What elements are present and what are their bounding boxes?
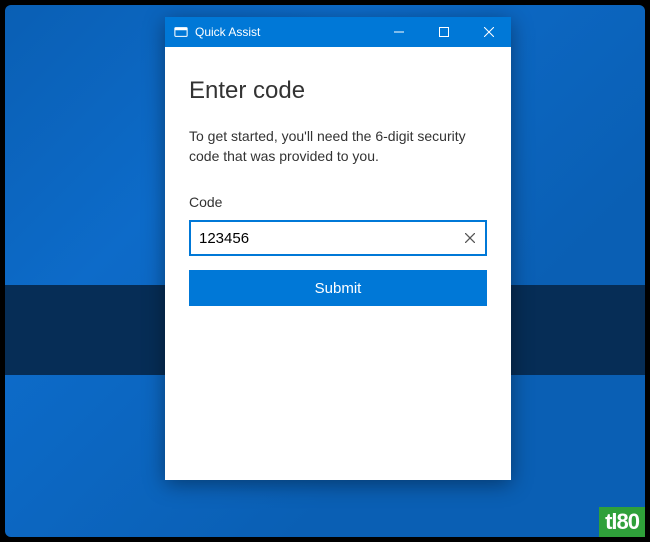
instruction-text: To get started, you'll need the 6-digit … bbox=[189, 127, 487, 166]
minimize-button[interactable] bbox=[376, 17, 421, 47]
titlebar[interactable]: Quick Assist bbox=[165, 17, 511, 47]
code-input-wrap[interactable] bbox=[189, 220, 487, 256]
code-label: Code bbox=[189, 194, 487, 210]
maximize-button[interactable] bbox=[421, 17, 466, 47]
window-content: Enter code To get started, you'll need t… bbox=[165, 47, 511, 330]
submit-button[interactable]: Submit bbox=[189, 270, 487, 306]
desktop-background: Quick Assist Enter code To get started, … bbox=[5, 5, 645, 537]
window-title: Quick Assist bbox=[195, 25, 260, 39]
clear-input-button[interactable] bbox=[455, 222, 485, 254]
code-input[interactable] bbox=[191, 224, 455, 253]
close-button[interactable] bbox=[466, 17, 511, 47]
watermark: tl80 bbox=[599, 507, 645, 537]
app-icon bbox=[173, 24, 189, 40]
quick-assist-window: Quick Assist Enter code To get started, … bbox=[165, 17, 511, 480]
page-heading: Enter code bbox=[189, 77, 487, 105]
